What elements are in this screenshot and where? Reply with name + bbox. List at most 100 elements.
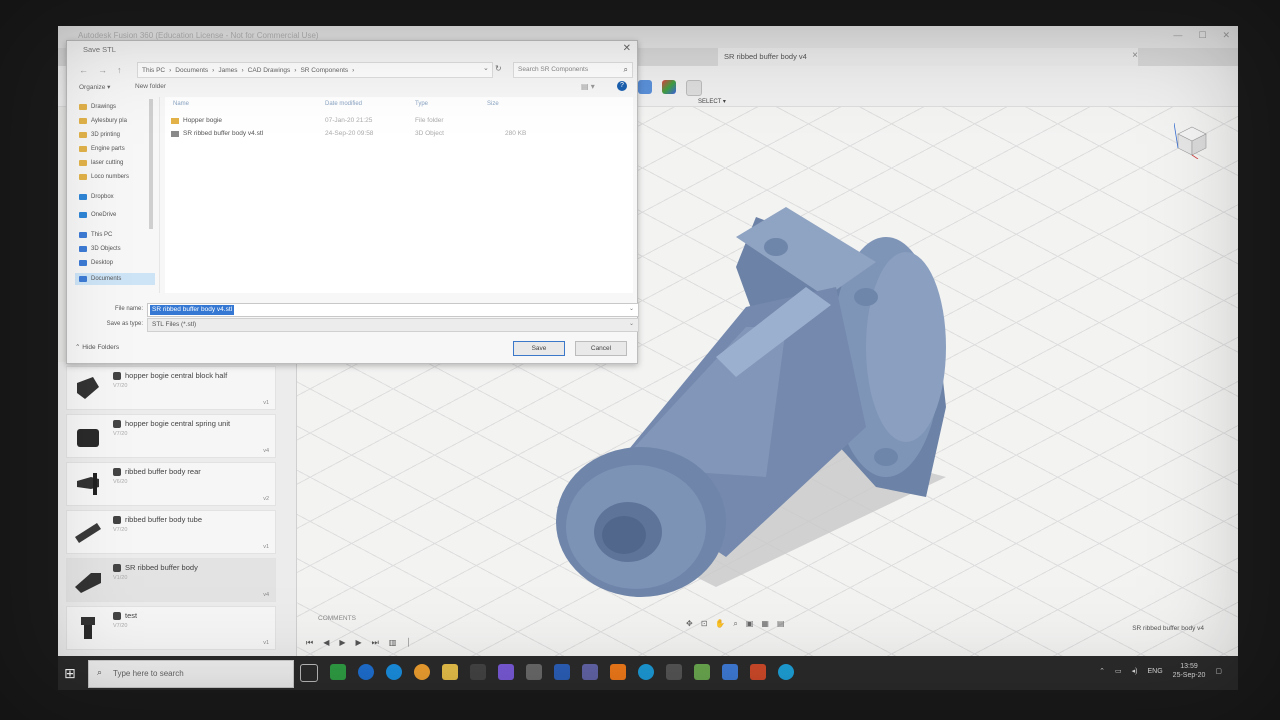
data-item[interactable]: hopper bogie central spring unit V7/20 v… [66,414,276,458]
column-date[interactable]: Date modified [325,101,362,107]
nav-item-3d-printing[interactable]: 3D printing [79,129,120,141]
powerpoint-icon[interactable] [750,664,766,680]
column-name[interactable]: Name [173,101,189,107]
app2-icon[interactable] [666,664,682,680]
nav-item-3d-objects[interactable]: 3D Objects [79,243,121,255]
viewcube-icon[interactable] [1174,123,1210,159]
nav-scrollbar[interactable] [149,99,153,229]
nav-item-onedrive[interactable]: OneDrive [79,209,116,221]
app5-icon[interactable] [778,664,794,680]
new-folder-button[interactable]: New folder [135,83,166,90]
taskbar-search-box[interactable]: ⌕ Type here to search [88,660,294,688]
dialog-close-icon[interactable]: ✕ [623,43,631,54]
column-type[interactable]: Type [415,101,428,107]
help-icon[interactable]: ? [617,81,627,91]
maximize-icon[interactable]: ☐ [1198,30,1206,41]
data-item-selected[interactable]: SR ribbed buffer body V1/20 v4 [66,558,276,602]
folder-icon [79,174,87,180]
app-title: Autodesk Fusion 360 (Education License -… [78,31,319,40]
app3-icon[interactable] [694,664,710,680]
chrome-icon[interactable] [414,664,430,680]
grid-settings-icon[interactable]: ▦ [761,619,769,629]
notification-center-icon[interactable]: ▢ [1215,667,1222,675]
hide-folders-toggle[interactable]: ⌃ Hide Folders [75,343,119,351]
pan-icon[interactable]: ✋ [715,619,725,629]
timeline-forward-icon[interactable]: ▶ [356,638,362,648]
nav-item-engine-parts[interactable]: Engine parts [79,143,125,155]
dialog-search-input[interactable]: Search SR Components ⌕ [513,62,633,78]
volume-icon[interactable]: ◂) [1132,667,1138,675]
back-icon[interactable]: ← [79,65,88,75]
insert-icon[interactable] [662,80,676,94]
clock[interactable]: 13:59 25-Sep-20 [1173,662,1206,680]
nav-item-laser-cutting[interactable]: laser cutting [79,157,123,169]
toolbar-icons [638,80,702,96]
up-icon[interactable]: ↑ [117,65,122,75]
cancel-button[interactable]: Cancel [575,341,627,356]
select-icon[interactable] [686,80,702,96]
document-tab[interactable]: SR ribbed buffer body v4 × [718,48,1138,66]
chevron-down-icon[interactable]: ⌄ [629,320,634,327]
file-row[interactable]: SR ribbed buffer body v4.stl 24-Sep-20 0… [169,128,629,140]
fusion360-icon[interactable] [610,664,626,680]
edge-icon[interactable] [358,664,374,680]
forward-icon[interactable]: → [98,65,107,75]
app4-icon[interactable] [722,664,738,680]
store-icon[interactable] [330,664,346,680]
windows-start-icon[interactable]: ⊞ [64,665,76,682]
breadcrumb[interactable]: This PC › Documents › James › CAD Drawings ›… [137,62,493,78]
display-settings-icon[interactable]: ▣ [746,619,754,629]
language-indicator[interactable]: ENG [1148,668,1163,675]
data-item[interactable]: ribbed buffer body tube V7/20 v1 [66,510,276,554]
data-item[interactable]: hopper bogie central block half V7/20 v1 [66,366,276,410]
column-size[interactable]: Size [487,101,499,107]
chevron-down-icon[interactable]: ⌄ [483,64,489,72]
timeline-play-icon[interactable]: ▶ [339,638,345,648]
monitor-screen: Autodesk Fusion 360 (Education License -… [58,26,1238,690]
inspect-icon[interactable] [638,80,652,94]
nav-item-this-pc[interactable]: This PC [79,229,112,241]
view-options-icon[interactable]: ▤ ▾ [581,82,595,91]
data-item[interactable]: test V7/20 v1 [66,606,276,650]
select-menu[interactable]: SELECT ▾ [698,98,726,105]
visual-studio-icon[interactable] [498,664,514,680]
nav-item-documents[interactable]: Documents [75,273,155,285]
comments-label[interactable]: COMMENTS [318,615,356,622]
task-view-icon[interactable] [300,664,318,682]
file-row[interactable]: Hopper bogie 07-Jan-20 21:25 File folder [169,115,629,127]
chevron-up-icon[interactable]: ⌃ [1099,667,1105,675]
teams-icon[interactable] [582,664,598,680]
file-name-input[interactable]: SR ribbed buffer body v4.stl ⌄ [147,303,639,317]
skype-icon[interactable] [638,664,654,680]
data-item[interactable]: ribbed buffer body rear V6/20 v2 [66,462,276,506]
look-at-icon[interactable]: ⊡ [701,619,708,629]
refresh-icon[interactable]: ↻ [495,64,502,73]
save-button[interactable]: Save [513,341,565,356]
word-icon[interactable] [554,664,570,680]
chevron-down-icon[interactable]: ⌄ [629,305,634,312]
calculator-icon[interactable] [526,664,542,680]
navigation-pane: Drawings Aylesbury pla 3D printing Engin… [71,97,160,293]
nav-item-desktop[interactable]: Desktop [79,257,113,269]
app-icon[interactable] [470,664,486,680]
minimize-icon[interactable]: — [1173,30,1182,41]
nav-item-aylesbury[interactable]: Aylesbury pla [79,115,127,127]
timeline-back-icon[interactable]: ◀ [323,638,329,648]
nav-item-drawings[interactable]: Drawings [79,101,116,113]
viewports-icon[interactable]: ▤ [777,619,785,629]
ie-icon[interactable] [386,664,402,680]
tab-close-icon[interactable]: × [1132,50,1138,61]
timeline-marker-icon[interactable]: ⏐ [406,638,411,648]
organize-button[interactable]: Organize ▾ [79,83,110,91]
zoom-icon[interactable]: ⌕ [733,619,737,629]
nav-item-dropbox[interactable]: Dropbox [79,191,114,203]
orbit-icon[interactable]: ✥ [686,619,693,629]
save-type-select[interactable]: STL Files (*.stl) ⌄ [147,318,639,332]
close-icon[interactable]: ✕ [1222,30,1230,41]
file-explorer-icon[interactable] [442,664,458,680]
timeline-start-icon[interactable]: ⏮ [306,638,313,648]
timeline-end-icon[interactable]: ⏭ [372,638,379,648]
nav-item-loco-numbers[interactable]: Loco numbers [79,171,129,183]
timeline-feature-icon[interactable]: ▥ [389,638,397,648]
network-icon[interactable]: ▭ [1115,667,1122,675]
